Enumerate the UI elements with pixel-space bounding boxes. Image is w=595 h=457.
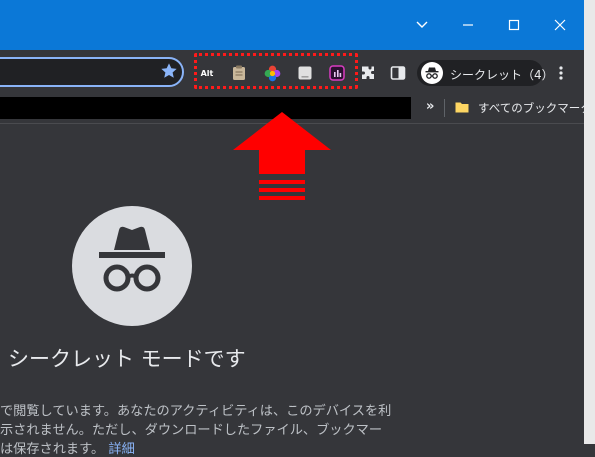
- title-bar: [0, 0, 584, 50]
- minimize-button[interactable]: [454, 12, 482, 38]
- close-icon: [554, 19, 566, 31]
- side-panel-button[interactable]: [389, 64, 407, 82]
- description-line-3-text: は保存されます。: [0, 442, 105, 457]
- minimize-icon: [463, 24, 473, 26]
- redacted-bookmarks: [0, 97, 411, 119]
- maximize-icon: [508, 19, 520, 31]
- incognito-illustration: [72, 206, 192, 326]
- incognito-profile-button[interactable]: シークレット（4）: [417, 60, 554, 86]
- close-button[interactable]: [546, 12, 574, 38]
- tab-search-button[interactable]: [408, 12, 436, 38]
- more-vert-icon: [559, 66, 563, 80]
- puzzle-icon: [362, 66, 374, 79]
- side-panel-icon: [390, 66, 406, 80]
- up-arrow-icon: [233, 112, 331, 200]
- extensions-menu-button[interactable]: [359, 64, 377, 82]
- incognito-icon: [421, 62, 443, 84]
- chevron-down-icon: [416, 21, 428, 28]
- maximize-button[interactable]: [500, 12, 528, 38]
- star-icon[interactable]: [160, 62, 178, 80]
- menu-button[interactable]: [552, 64, 570, 82]
- description-line-3: は保存されます。 詳細: [0, 438, 440, 457]
- description-line-1: で閲覧しています。あなたのアクティビティは、このデバイスを利: [0, 404, 392, 419]
- incognito-icon: [99, 226, 165, 292]
- address-bar[interactable]: [0, 57, 184, 87]
- learn-more-link[interactable]: 詳細: [108, 442, 134, 457]
- description-line-2: 示されません。ただし、ダウンロードしたファイル、ブックマー: [0, 423, 383, 438]
- profile-label: シークレット（4）: [450, 68, 554, 82]
- folder-icon: [455, 102, 469, 113]
- bookmarks-overflow-button[interactable]: »: [426, 99, 434, 114]
- extensions-highlight: [194, 53, 358, 89]
- divider: [444, 99, 445, 117]
- window-edge: [584, 0, 595, 444]
- page-title: シークレット モードです: [8, 347, 246, 371]
- all-bookmarks-link[interactable]: すべてのブックマーク: [478, 100, 592, 116]
